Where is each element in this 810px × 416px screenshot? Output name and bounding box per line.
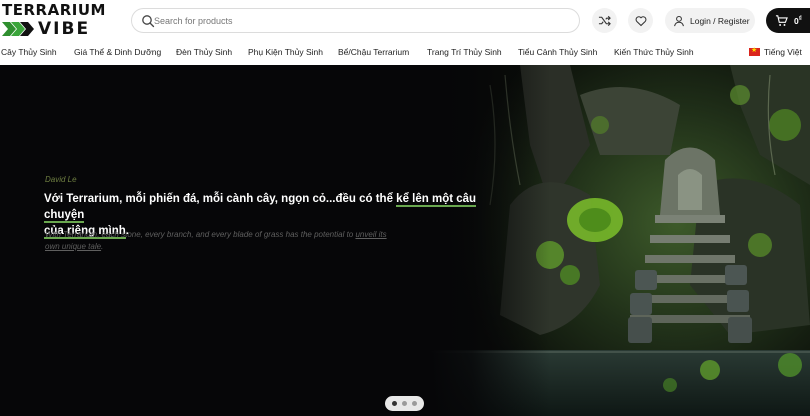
- nav-item-kien-thuc[interactable]: Kiến Thức Thủy Sinh: [614, 47, 694, 57]
- nav-item-be-chau[interactable]: Bể/Chậu Terrarium: [338, 47, 409, 57]
- logo-chevron-icon: [2, 22, 34, 36]
- slider-dot[interactable]: [392, 401, 397, 406]
- nav-item-trang-tri[interactable]: Trang Trí Thủy Sinh: [427, 47, 502, 57]
- vietnam-flag-icon: [749, 46, 760, 56]
- slider-dot[interactable]: [412, 401, 417, 406]
- nav-item-den-thuy-sinh[interactable]: Đèn Thủy Sinh: [176, 47, 232, 57]
- quote-link: unveil its: [355, 230, 387, 239]
- site-header: TERRARIUM VIBE Log: [0, 0, 810, 42]
- cart-total: 0₫: [794, 15, 802, 26]
- logo-text-top: TERRARIUM: [2, 1, 106, 19]
- login-register-button[interactable]: Login / Register: [665, 8, 755, 33]
- quote-author: David Le: [45, 175, 77, 184]
- shuffle-icon: [598, 15, 611, 27]
- login-label: Login / Register: [690, 15, 750, 26]
- nav-item-cay-thuy-sinh[interactable]: Cây Thủy Sinh: [1, 47, 57, 57]
- slider-pagination: [385, 396, 424, 411]
- nav-item-tieu-canh[interactable]: Tiểu Cảnh Thủy Sinh: [518, 47, 597, 57]
- wishlist-button[interactable]: [628, 8, 653, 33]
- logo-text-bottom: VIBE: [38, 19, 91, 39]
- search-icon: [142, 15, 155, 28]
- language-switcher[interactable]: Tiếng Việt: [749, 46, 802, 57]
- compare-button[interactable]: [592, 8, 617, 33]
- cart-icon: [775, 15, 788, 26]
- cart-button[interactable]: 0₫: [766, 8, 810, 33]
- quote-english: With Terrarium, each stone, every branch…: [45, 230, 387, 251]
- search-bar[interactable]: [131, 8, 580, 33]
- user-icon: [674, 15, 684, 26]
- hero-slider: David Le Với Terrarium, mỗi phiến đá, mỗ…: [0, 65, 810, 416]
- language-label: Tiếng Việt: [764, 47, 802, 57]
- main-nav: Cây Thủy Sinh Giá Thể & Dinh Dưỡng Đèn T…: [0, 42, 810, 64]
- nav-item-gia-the[interactable]: Giá Thể & Dinh Dưỡng: [74, 47, 161, 57]
- site-logo[interactable]: TERRARIUM VIBE: [2, 2, 120, 38]
- search-input[interactable]: [154, 12, 554, 29]
- nav-item-phu-kien[interactable]: Phụ Kiện Thủy Sinh: [248, 47, 323, 57]
- quote-link: own unique tale: [45, 242, 102, 251]
- slider-dot[interactable]: [402, 401, 407, 406]
- heart-icon: [635, 15, 646, 26]
